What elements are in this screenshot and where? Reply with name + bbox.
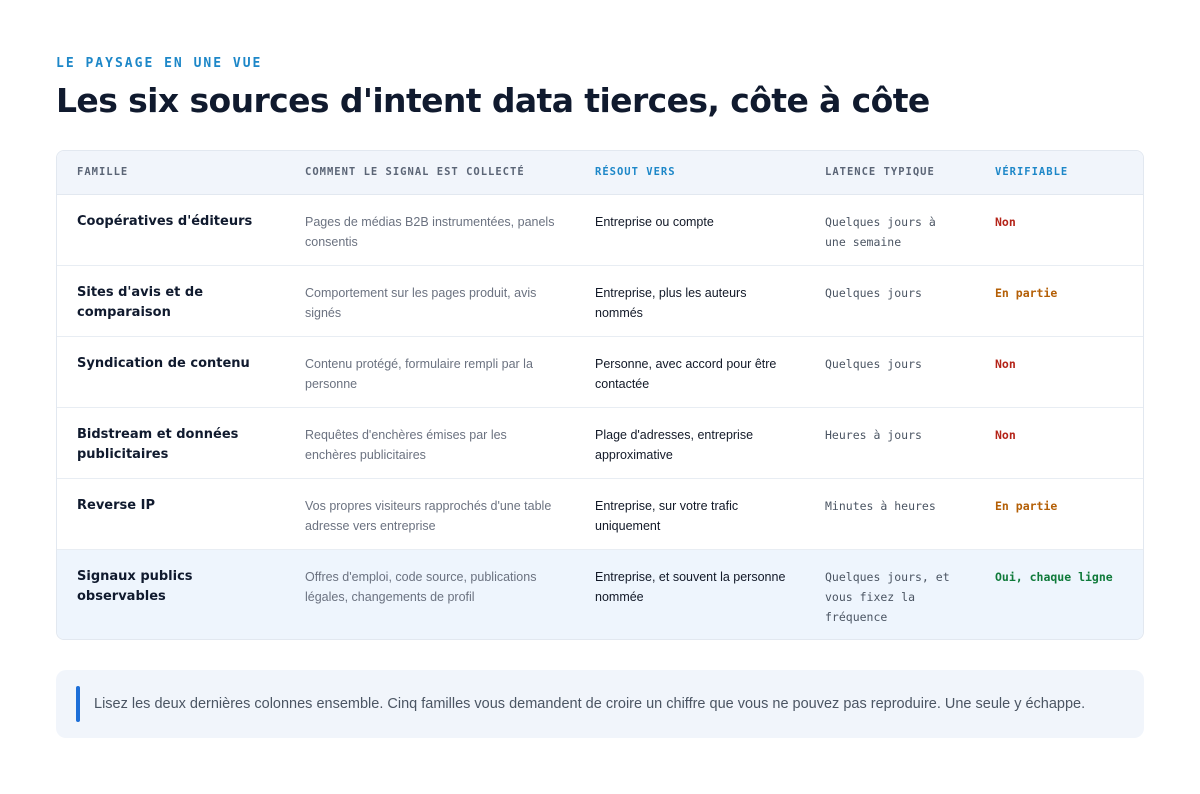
resolves-cell: Entreprise, et souvent la personne nommé… [595, 569, 786, 604]
family-cell: Bidstream et données publicitaires [57, 407, 285, 479]
collection-cell: Vos propres visiteurs rapprochés d'une t… [285, 478, 575, 550]
latency-cell: Quelques jours [805, 265, 975, 337]
verifiable-cell: Non [975, 336, 1143, 408]
family-cell: Signaux publics observables [77, 568, 193, 604]
latency-cell: Minutes à heures [805, 478, 975, 550]
collection-cell: Comportement sur les pages produit, avis… [285, 265, 575, 337]
collection-cell: Pages de médias B2B instrumentées, panel… [285, 194, 575, 266]
family-cell: Sites d'avis et de comparaison [57, 265, 285, 337]
table-row: Bidstream et données publicitaires Requêt… [57, 407, 1143, 479]
family-cell: Syndication de contenu [57, 336, 285, 408]
resolves-cell: Entreprise ou compte [575, 194, 805, 266]
column-header: FAMILLE [57, 151, 285, 195]
column-header: RÉSOUT VERS [575, 151, 805, 195]
verifiable-cell: Oui, chaque ligne [995, 569, 1113, 584]
table-row: Signaux publics observables Offres d'empl… [57, 549, 1143, 639]
column-header: COMMENT LE SIGNAL EST COLLECTÉ [285, 151, 575, 195]
table-row: Coopératives d'éditeurs Pages de médias B… [57, 194, 1143, 266]
family-cell: Reverse IP [57, 478, 285, 550]
collection-cell: Contenu protégé, formulaire rempli par l… [285, 336, 575, 408]
collection-cell: Offres d'emploi, code source, publicatio… [305, 569, 537, 604]
comparison-table-card: FAMILLE COMMENT LE SIGNAL EST COLLECTÉ RÉS… [56, 150, 1144, 640]
collection-cell: Requêtes d'enchères émises par les enchè… [285, 407, 575, 479]
latency-cell: Quelques jours, et vous fixez la fréquen… [825, 569, 950, 624]
resolves-cell: Entreprise, plus les auteurs nommés [575, 265, 805, 337]
page-title: Les six sources d'intent data tierces, c… [56, 81, 930, 120]
eyebrow: LE PAYSAGE EN UNE VUE [56, 56, 263, 71]
column-header: VÉRIFIABLE [975, 151, 1143, 195]
table-row: Syndication de contenu Contenu protégé, f… [57, 336, 1143, 408]
verifiable-cell: En partie [975, 478, 1143, 550]
page: LE PAYSAGE EN UNE VUE Les six sources d'… [0, 0, 1200, 794]
table-row: Reverse IP Vos propres visiteurs rapproch… [57, 478, 1143, 550]
latency-cell: Heures à jours [805, 407, 975, 479]
table-row: Sites d'avis et de comparaison Comporteme… [57, 265, 1143, 337]
callout: Lisez les deux dernières colonnes ensemb… [56, 670, 1144, 738]
verifiable-cell: Non [975, 194, 1143, 266]
callout-text: Lisez les deux dernières colonnes ensemb… [94, 696, 1086, 712]
latency-cell: Quelques jours [805, 336, 975, 408]
table-header-row: FAMILLE COMMENT LE SIGNAL EST COLLECTÉ RÉS… [57, 151, 1143, 195]
verifiable-cell: En partie [975, 265, 1143, 337]
verifiable-cell: Non [975, 407, 1143, 479]
column-header: LATENCE TYPIQUE [805, 151, 975, 195]
latency-cell: Quelques jours à une semaine [805, 194, 975, 266]
family-cell: Coopératives d'éditeurs [57, 194, 285, 266]
table-body: Coopératives d'éditeurs Pages de médias B… [57, 194, 1143, 639]
callout-accent-bar [76, 686, 80, 722]
comparison-table: FAMILLE COMMENT LE SIGNAL EST COLLECTÉ RÉS… [57, 151, 1143, 639]
resolves-cell: Plage d'adresses, entreprise approximati… [575, 407, 805, 479]
resolves-cell: Entreprise, sur votre trafic uniquement [575, 478, 805, 550]
resolves-cell: Personne, avec accord pour être contacté… [575, 336, 805, 408]
